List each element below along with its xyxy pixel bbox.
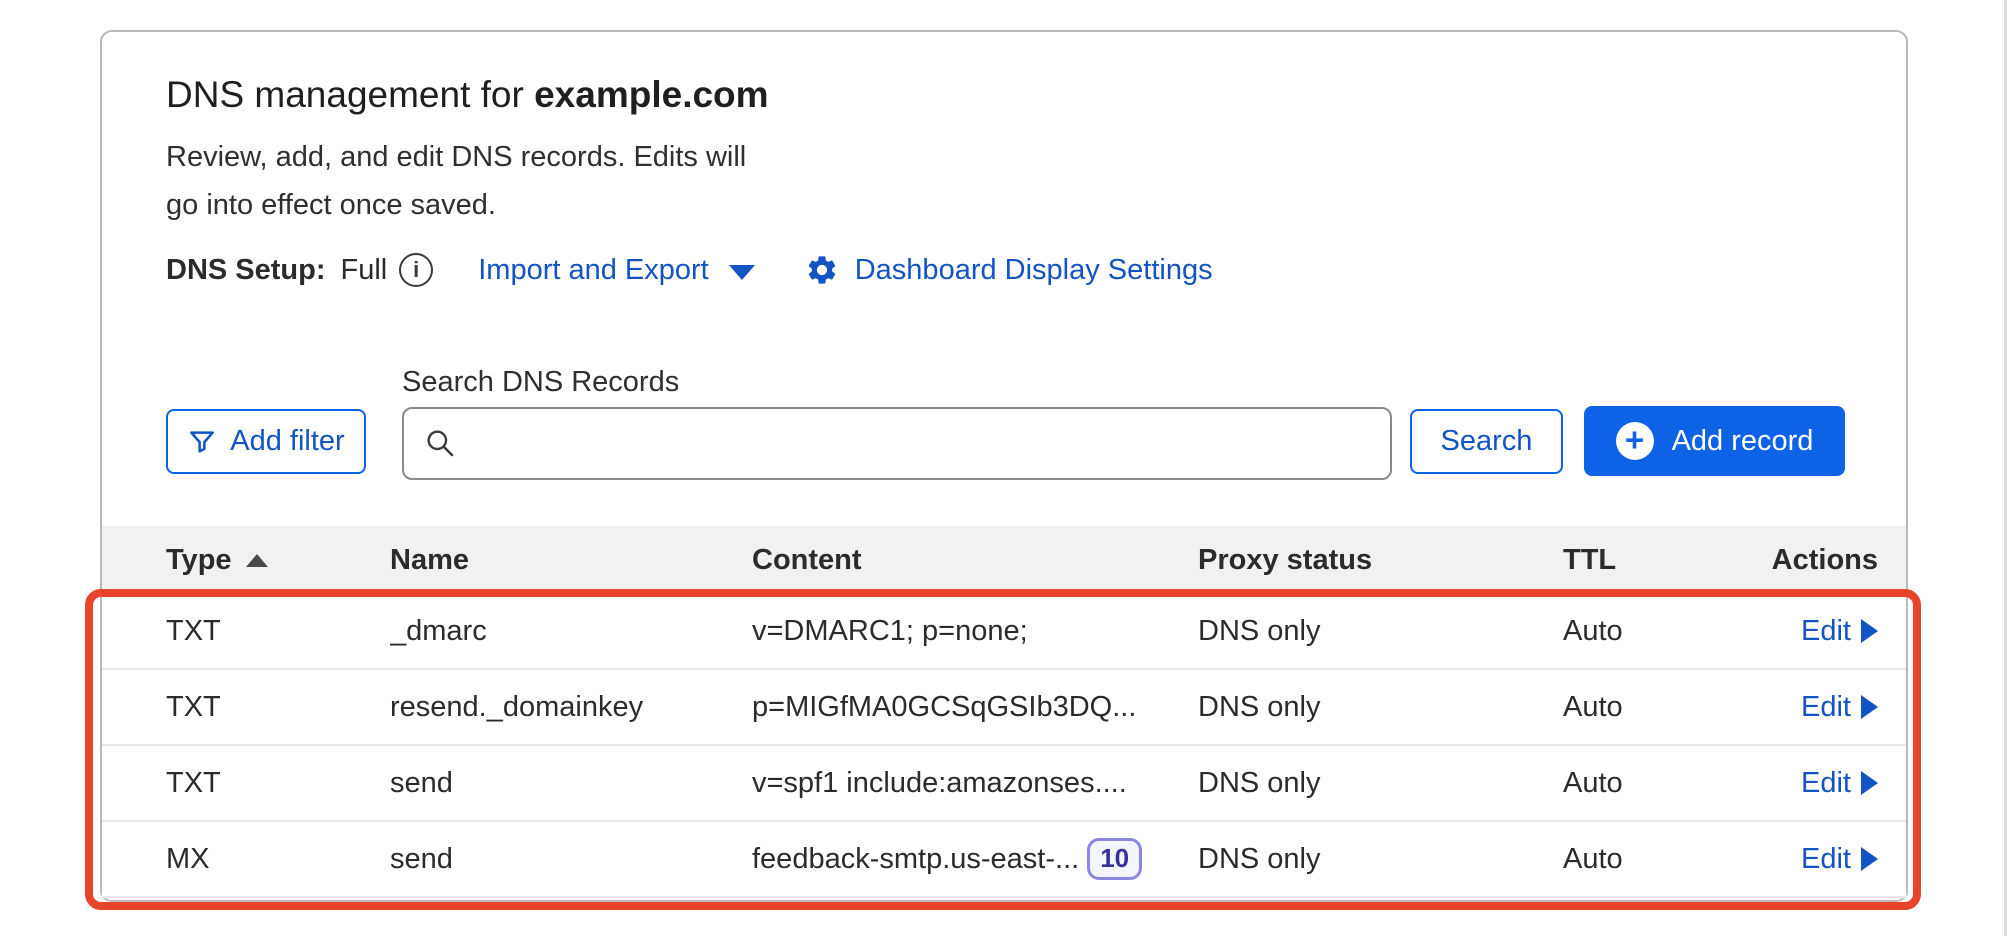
column-header-name-label: Name [390, 544, 469, 577]
cell-ttl: Auto [1563, 767, 1764, 800]
cell-ttl: Auto [1563, 843, 1764, 876]
add-filter-label: Add filter [230, 425, 344, 458]
page-edge-divider [2004, 0, 2007, 936]
cell-content: v=DMARC1; p=none; [752, 615, 1198, 648]
search-button-label: Search [1441, 425, 1533, 458]
edit-label: Edit [1801, 691, 1851, 724]
dns-setup-label: DNS Setup: [166, 254, 326, 287]
page-title-prefix: DNS management for [166, 74, 534, 115]
page-title: DNS management for example.com [166, 74, 769, 116]
cell-ttl: Auto [1563, 691, 1764, 724]
column-header-proxy-status-label: Proxy status [1198, 544, 1372, 577]
cell-content: v=spf1 include:amazonses.... [752, 767, 1198, 800]
cell-proxy-status: DNS only [1198, 691, 1563, 724]
page-title-domain: example.com [534, 74, 768, 115]
edit-record-button[interactable]: Edit [1801, 691, 1878, 724]
table-header-row: Type Name Content Proxy status TTL Actio… [102, 526, 1906, 594]
cell-ttl: Auto [1563, 615, 1764, 648]
page-subtitle-line1: Review, add, and edit DNS records. Edits… [166, 133, 746, 181]
page-subtitle-line2: go into effect once saved. [166, 181, 746, 229]
edit-label: Edit [1801, 767, 1851, 800]
info-icon[interactable]: i [399, 253, 433, 287]
column-header-content-label: Content [752, 544, 862, 577]
chevron-right-icon [1861, 619, 1878, 643]
table-row: TXT send v=spf1 include:amazonses.... DN… [102, 746, 1906, 822]
add-record-button[interactable]: + Add record [1584, 406, 1845, 476]
edit-record-button[interactable]: Edit [1801, 615, 1878, 648]
column-header-type-label: Type [166, 544, 232, 577]
column-header-type[interactable]: Type [166, 544, 390, 577]
cell-name: resend._domainkey [390, 691, 752, 724]
table-row: TXT resend._domainkey p=MIGfMA0GCSqGSIb3… [102, 670, 1906, 746]
cell-actions: Edit [1764, 615, 1878, 648]
edit-label: Edit [1801, 615, 1851, 648]
edit-record-button[interactable]: Edit [1801, 767, 1878, 800]
search-icon [424, 427, 456, 459]
column-header-proxy-status[interactable]: Proxy status [1198, 544, 1563, 577]
search-field-wrap [402, 407, 1392, 480]
edit-record-button[interactable]: Edit [1801, 843, 1878, 876]
chevron-right-icon [1861, 847, 1878, 871]
column-header-content[interactable]: Content [752, 544, 1198, 577]
search-dns-records-label: Search DNS Records [402, 366, 679, 399]
cell-name: send [390, 767, 752, 800]
cell-type: TXT [166, 615, 390, 648]
edit-label: Edit [1801, 843, 1851, 876]
search-input[interactable] [402, 407, 1392, 480]
table-row: MX send feedback-smtp.us-east-...10 DNS … [102, 822, 1906, 898]
column-header-name[interactable]: Name [390, 544, 752, 577]
import-export-dropdown[interactable]: Import and Export [478, 254, 755, 287]
page-subtitle: Review, add, and edit DNS records. Edits… [166, 133, 746, 229]
chevron-right-icon [1861, 695, 1878, 719]
cell-actions: Edit [1764, 691, 1878, 724]
filter-funnel-icon [187, 427, 217, 457]
add-filter-button[interactable]: Add filter [166, 409, 366, 474]
cell-content-text: feedback-smtp.us-east-... [752, 843, 1079, 876]
cell-type: MX [166, 843, 390, 876]
dns-setup-value: Full [341, 254, 388, 287]
column-header-actions-label: Actions [1772, 544, 1878, 577]
column-header-actions: Actions [1764, 544, 1878, 577]
cell-content: feedback-smtp.us-east-...10 [752, 838, 1198, 880]
cell-name: _dmarc [390, 615, 752, 648]
add-record-label: Add record [1672, 425, 1814, 458]
cell-content: p=MIGfMA0GCSqGSIb3DQ... [752, 691, 1198, 724]
table-body: TXT _dmarc v=DMARC1; p=none; DNS only Au… [102, 594, 1906, 898]
import-export-label: Import and Export [478, 254, 709, 287]
chevron-right-icon [1861, 771, 1878, 795]
dns-management-card: DNS management for example.com Review, a… [100, 30, 1908, 902]
chevron-down-icon [729, 265, 755, 280]
dns-setup-row: DNS Setup: Full i Import and Export Dash… [166, 248, 1213, 292]
cell-proxy-status: DNS only [1198, 615, 1563, 648]
cell-type: TXT [166, 767, 390, 800]
cell-proxy-status: DNS only [1198, 843, 1563, 876]
search-button[interactable]: Search [1410, 409, 1563, 474]
dashboard-display-settings-label: Dashboard Display Settings [855, 254, 1213, 287]
cell-name: send [390, 843, 752, 876]
cell-type: TXT [166, 691, 390, 724]
mx-priority-badge: 10 [1087, 838, 1142, 880]
cell-proxy-status: DNS only [1198, 767, 1563, 800]
table-row: TXT _dmarc v=DMARC1; p=none; DNS only Au… [102, 594, 1906, 670]
cell-actions: Edit [1764, 843, 1878, 876]
column-header-ttl-label: TTL [1563, 544, 1616, 577]
column-header-ttl[interactable]: TTL [1563, 544, 1764, 577]
sort-ascending-icon [246, 554, 268, 567]
dashboard-display-settings-link[interactable]: Dashboard Display Settings [855, 254, 1213, 287]
cell-actions: Edit [1764, 767, 1878, 800]
gear-icon [805, 253, 839, 287]
plus-circle-icon: + [1616, 422, 1654, 460]
